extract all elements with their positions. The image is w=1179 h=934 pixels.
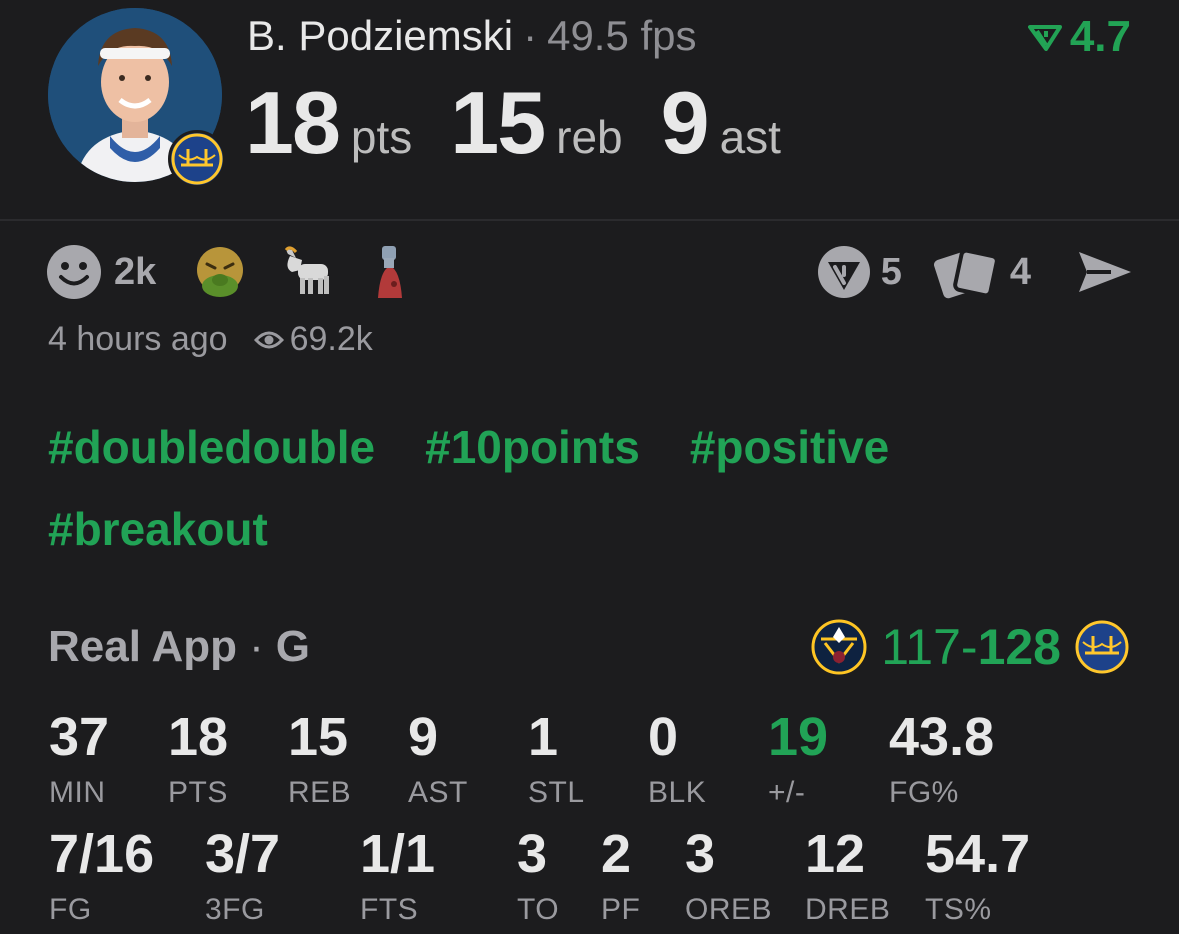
stat-label: TS%: [925, 893, 992, 926]
verify-icon[interactable]: [817, 245, 871, 299]
hashtag[interactable]: #doubledouble: [48, 420, 375, 474]
stat-ts-pct: 54.7 TS%: [925, 827, 1030, 927]
opponent-logo-icon: [811, 619, 867, 675]
hashtag[interactable]: #breakout: [48, 502, 268, 556]
stat-value: 9: [408, 707, 439, 767]
headline-reb-unit: reb: [556, 111, 623, 163]
fire-hydrant-icon[interactable]: [370, 244, 410, 300]
headline-reb-value: 15: [450, 73, 546, 172]
stat-value: 0: [648, 707, 679, 767]
hashtag-list: #doubledouble #10points #positive #break…: [48, 420, 1048, 556]
stat-label: FG: [49, 893, 92, 926]
team-logo-icon: [168, 130, 226, 188]
player-name-row: B. Podziemski · 49.5 fps: [247, 12, 697, 60]
stat-pf: 2 PF: [601, 827, 640, 927]
stat-value: 7/16: [49, 824, 155, 884]
game-score[interactable]: 117-128: [811, 618, 1129, 676]
stat-value: 1: [528, 707, 559, 767]
stat-label: DREB: [805, 893, 891, 926]
cards-count: 4: [1009, 250, 1031, 293]
stat-reb: 15 REB: [288, 710, 351, 810]
goat-icon[interactable]: [280, 246, 336, 298]
player-position: G: [275, 622, 310, 671]
stat-value: 37: [49, 707, 110, 767]
stat-to: 3 TO: [517, 827, 559, 927]
stat-label: FTS: [360, 893, 419, 926]
smiley-reaction-icon[interactable]: [46, 244, 102, 300]
views: 69.2k: [253, 320, 373, 359]
stat-value: 2: [601, 824, 632, 884]
stat-label: REB: [288, 776, 352, 809]
stat-label: TO: [517, 893, 560, 926]
stat-label: BLK: [648, 776, 707, 809]
stat-value: 3/7: [205, 824, 281, 884]
stat-label: STL: [528, 776, 585, 809]
stat-3fg: 3/7 3FG: [205, 827, 280, 927]
stat-pts: 18 PTS: [168, 710, 228, 810]
separator-dot: ·: [249, 622, 264, 671]
stat-value: 18: [168, 707, 229, 767]
stat-label: PTS: [168, 776, 228, 809]
verify-count: 5: [880, 250, 902, 293]
team-score: 128: [977, 619, 1061, 675]
share-send-icon[interactable]: [1077, 248, 1133, 296]
stat-label: AST: [408, 776, 468, 809]
smiley-reaction-count: 2k: [114, 250, 157, 293]
stat-oreb: 3 OREB: [685, 827, 772, 927]
eye-icon: [253, 331, 284, 348]
rating-v-icon: [1027, 25, 1062, 51]
stat-value: 1/1: [360, 824, 436, 884]
fantasy-points: 49.5 fps: [547, 12, 697, 59]
stat-value: 3: [517, 824, 548, 884]
player-name[interactable]: B. Podziemski: [247, 12, 513, 59]
stat-source: Real App · G: [48, 622, 310, 672]
stat-plus-minus: 19 +/-: [768, 710, 828, 810]
score-separator: -: [960, 619, 978, 675]
headline-pts-unit: pts: [350, 111, 413, 163]
stat-label: +/-: [768, 776, 806, 809]
stat-fts: 1/1 FTS: [360, 827, 435, 927]
stat-label: OREB: [685, 893, 773, 926]
stat-label: 3FG: [205, 893, 265, 926]
post-meta: 4 hours ago 69.2k: [48, 320, 373, 359]
header-divider: [0, 219, 1179, 221]
headline-ast-unit: ast: [719, 111, 781, 163]
stat-min: 37 MIN: [49, 710, 109, 810]
stat-blk: 0 BLK: [648, 710, 706, 810]
stat-value: 12: [805, 824, 866, 884]
stat-label: MIN: [49, 776, 106, 809]
team-logo-icon: [1075, 620, 1129, 674]
reactions-row: 2k: [46, 243, 444, 301]
vomit-face-icon[interactable]: [194, 246, 246, 298]
stat-fg: 7/16 FG: [49, 827, 154, 927]
stat-stl: 1 STL: [528, 710, 585, 810]
stat-value: 19: [768, 707, 829, 767]
headline-ast-value: 9: [660, 73, 710, 172]
stat-value: 54.7: [925, 824, 1031, 884]
post-actions: 5 4: [817, 243, 1133, 301]
stat-fg-pct: 43.8 FG%: [889, 710, 994, 810]
cards-icon[interactable]: [933, 245, 1000, 299]
separator-dot: ·: [523, 12, 538, 59]
stat-dreb: 12 DREB: [805, 827, 890, 927]
headline-statline: 18 pts 15 reb 9 ast: [245, 72, 819, 174]
hashtag[interactable]: #positive: [690, 420, 889, 474]
stat-ast: 9 AST: [408, 710, 468, 810]
stat-value: 15: [288, 707, 349, 767]
views-count: 69.2k: [289, 320, 373, 358]
headline-pts-value: 18: [245, 73, 341, 172]
stat-label: PF: [601, 893, 641, 926]
stat-value: 3: [685, 824, 716, 884]
source-name: Real App: [48, 622, 238, 671]
post-time: 4 hours ago: [48, 320, 228, 358]
stat-label: FG%: [889, 776, 959, 809]
rating-badge[interactable]: 4.7: [1027, 12, 1131, 62]
hashtag[interactable]: #10points: [425, 420, 640, 474]
stat-value: 43.8: [889, 707, 995, 767]
rating-value: 4.7: [1069, 12, 1131, 61]
opponent-score: 117: [881, 619, 961, 675]
